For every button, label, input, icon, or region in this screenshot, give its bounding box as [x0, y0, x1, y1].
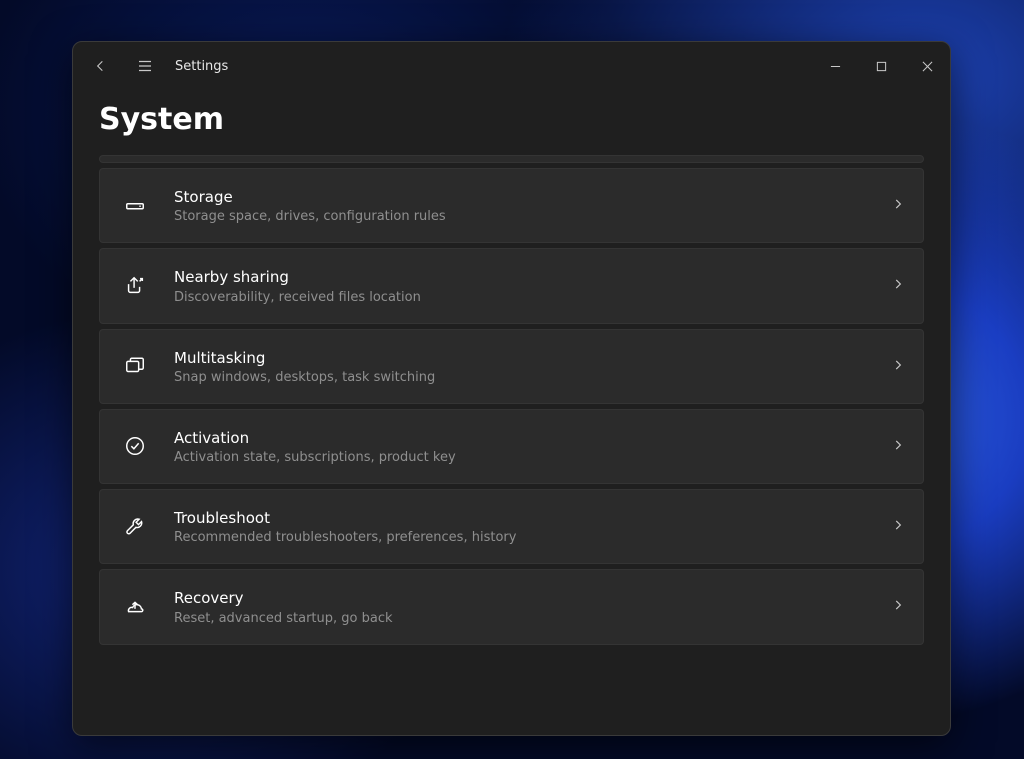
item-desc: Activation state, subscriptions, product…: [174, 450, 869, 465]
minimize-button[interactable]: [812, 50, 858, 82]
settings-list: Storage Storage space, drives, configura…: [99, 155, 924, 735]
chevron-right-icon: [891, 276, 905, 295]
chevron-right-icon: [891, 357, 905, 376]
settings-item-troubleshoot[interactable]: Troubleshoot Recommended troubleshooters…: [99, 489, 924, 564]
item-title: Recovery: [174, 588, 869, 608]
chevron-right-icon: [891, 517, 905, 536]
troubleshoot-icon: [118, 516, 152, 538]
item-desc: Recommended troubleshooters, preferences…: [174, 530, 869, 545]
settings-item-storage[interactable]: Storage Storage space, drives, configura…: [99, 168, 924, 243]
chevron-right-icon: [891, 597, 905, 616]
hamburger-icon: [136, 57, 154, 75]
maximize-button[interactable]: [858, 50, 904, 82]
share-icon: [118, 275, 152, 297]
settings-item-nearby-sharing[interactable]: Nearby sharing Discoverability, received…: [99, 248, 924, 323]
settings-item-multitasking[interactable]: Multitasking Snap windows, desktops, tas…: [99, 329, 924, 404]
close-icon: [922, 61, 933, 72]
item-desc: Reset, advanced startup, go back: [174, 611, 869, 626]
minimize-icon: [830, 61, 841, 72]
item-desc: Snap windows, desktops, task switching: [174, 370, 869, 385]
item-title: Storage: [174, 187, 869, 207]
item-title: Multitasking: [174, 348, 869, 368]
chevron-right-icon: [891, 196, 905, 215]
desktop-wallpaper: Settings System: [0, 0, 1024, 759]
recovery-icon: [118, 596, 152, 618]
back-button[interactable]: [81, 46, 121, 86]
item-title: Activation: [174, 428, 869, 448]
settings-item-recovery[interactable]: Recovery Reset, advanced startup, go bac…: [99, 569, 924, 644]
previous-item-edge[interactable]: [99, 155, 924, 163]
item-title: Nearby sharing: [174, 267, 869, 287]
activation-icon: [118, 435, 152, 457]
settings-item-activation[interactable]: Activation Activation state, subscriptio…: [99, 409, 924, 484]
maximize-icon: [876, 61, 887, 72]
page-title: System: [99, 102, 924, 137]
arrow-left-icon: [93, 58, 109, 74]
settings-window: Settings System: [72, 41, 951, 736]
nav-menu-button[interactable]: [125, 46, 165, 86]
chevron-right-icon: [891, 437, 905, 456]
app-title: Settings: [175, 59, 228, 74]
close-button[interactable]: [904, 50, 950, 82]
title-bar: Settings: [73, 42, 950, 90]
multitask-icon: [118, 355, 152, 377]
storage-icon: [118, 195, 152, 217]
item-desc: Discoverability, received files location: [174, 290, 869, 305]
item-title: Troubleshoot: [174, 508, 869, 528]
item-desc: Storage space, drives, configuration rul…: [174, 209, 869, 224]
